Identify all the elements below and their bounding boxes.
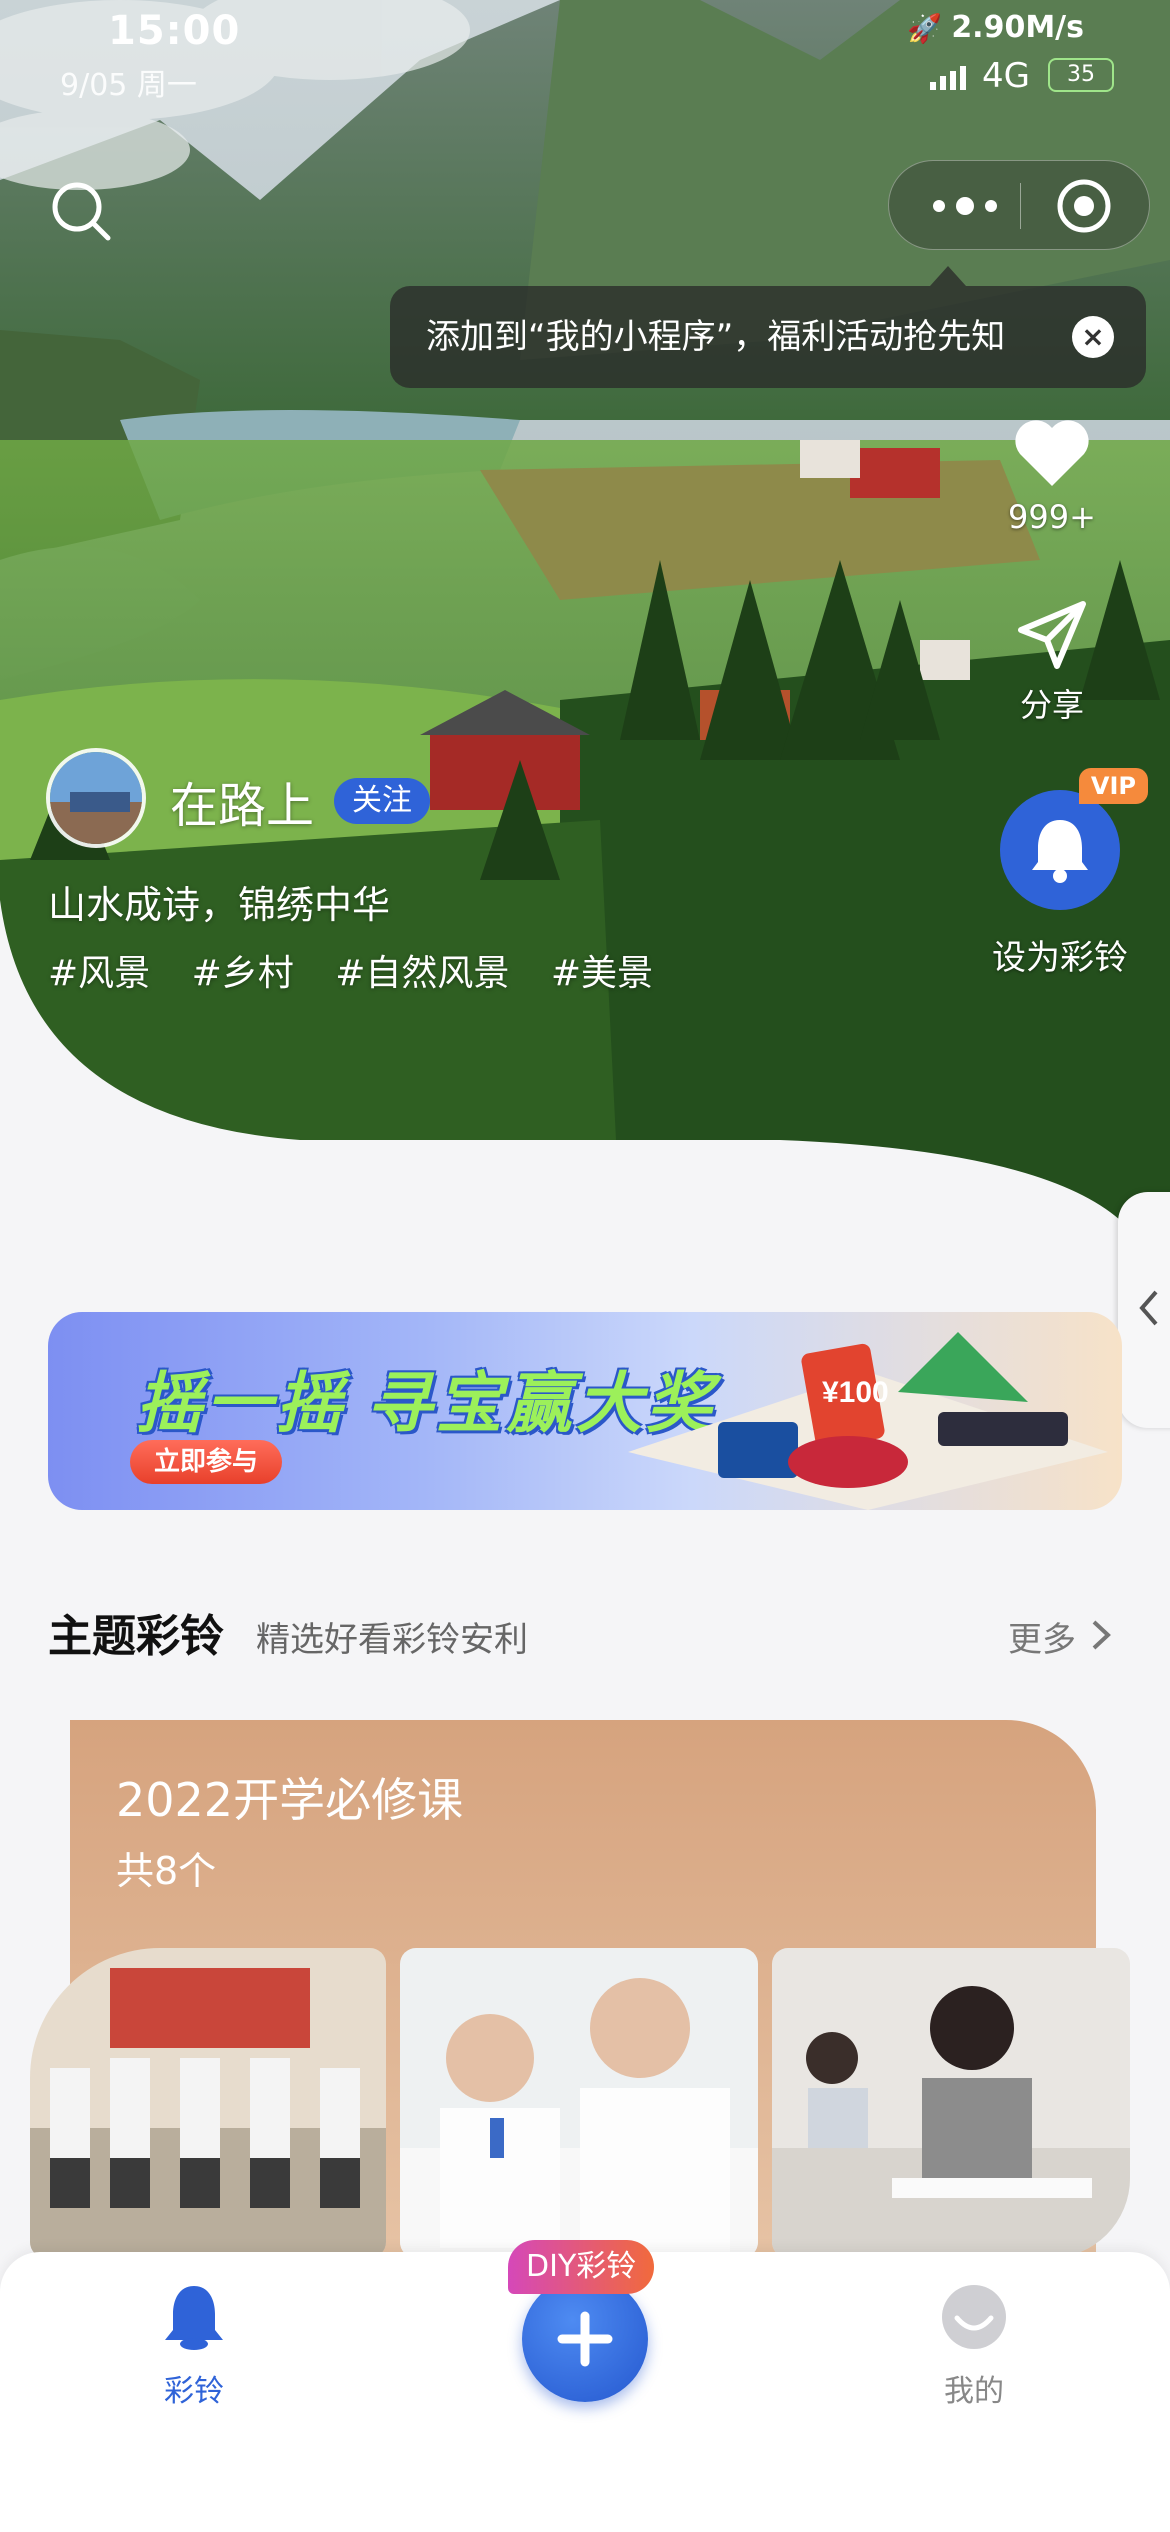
set-ringtone-button[interactable]: VIP 设为彩铃 bbox=[960, 768, 1160, 979]
tip-text: 添加到“我的小程序”，福利活动抢先知 bbox=[426, 317, 1006, 357]
status-time: 15:00 bbox=[108, 8, 241, 54]
section-subtitle: 精选好看彩铃安利 bbox=[256, 1620, 528, 1660]
thumbnail-image[interactable] bbox=[400, 1948, 758, 2258]
plus-icon bbox=[557, 2311, 613, 2367]
profile-icon bbox=[942, 2285, 1006, 2349]
thumbnail-image[interactable] bbox=[30, 1948, 386, 2258]
signal-icon bbox=[930, 66, 966, 90]
share-icon bbox=[1018, 601, 1086, 669]
close-icon[interactable]: × bbox=[1072, 316, 1114, 358]
banner-join-button[interactable]: 立即参与 bbox=[130, 1440, 283, 1484]
network-type: 4G bbox=[982, 56, 1030, 96]
tab-ringtone-label: 彩铃 bbox=[164, 2374, 224, 2409]
network-speed: 2.90M/s bbox=[951, 10, 1084, 45]
miniprogram-capsule bbox=[888, 160, 1150, 250]
share-button[interactable]: 分享 bbox=[972, 600, 1132, 726]
tip-arrow bbox=[930, 266, 966, 286]
tag-item[interactable]: #乡村 bbox=[192, 953, 294, 994]
diy-ringtone-button[interactable] bbox=[522, 2276, 648, 2402]
set-ringtone-label: 设为彩铃 bbox=[992, 938, 1128, 978]
video-tags: #风景 #乡村 #自然风景 #美景 bbox=[48, 944, 683, 996]
chevron-right-icon[interactable] bbox=[1090, 1618, 1112, 1652]
thumbnail-image[interactable] bbox=[772, 1948, 1130, 2258]
section-title: 主题彩铃 bbox=[48, 1611, 224, 1662]
avatar[interactable] bbox=[46, 748, 146, 848]
like-button[interactable]: 999+ bbox=[972, 420, 1132, 536]
prize-price-tag: ¥100 bbox=[822, 1376, 889, 1409]
like-count: 999+ bbox=[1008, 498, 1096, 536]
tag-item[interactable]: #自然风景 bbox=[335, 953, 509, 994]
tab-mine[interactable]: 我的 bbox=[894, 2282, 1054, 2410]
more-dots-icon[interactable] bbox=[925, 181, 1005, 231]
add-miniprogram-tip[interactable]: 添加到“我的小程序”，福利活动抢先知 × bbox=[390, 286, 1146, 388]
follow-button[interactable]: 关注 bbox=[334, 778, 430, 824]
chevron-left-icon bbox=[1139, 1290, 1158, 1326]
tab-ringtone[interactable]: 彩铃 bbox=[114, 2282, 274, 2410]
bell-icon bbox=[1032, 820, 1088, 883]
battery-indicator: 35 bbox=[1048, 58, 1114, 92]
tag-item[interactable]: #风景 bbox=[48, 953, 150, 994]
heart-icon bbox=[1015, 420, 1089, 486]
speed-icon: 🚀 bbox=[907, 12, 942, 45]
video-description: 山水成诗，锦绣中华 bbox=[48, 883, 391, 927]
ringtone-bell-button: VIP bbox=[1000, 768, 1148, 910]
banner-title-1: 摇一摇 bbox=[136, 1365, 346, 1442]
prize-illustration: ¥100 bbox=[628, 1332, 1108, 1510]
status-bar: 15:00 9/05 周一 🚀 2.90M/s 4G 35 bbox=[0, 0, 1170, 120]
collection-count: 共8个 bbox=[116, 1849, 217, 1893]
more-link[interactable]: 更多 bbox=[1008, 1612, 1076, 1661]
capsule-divider bbox=[1020, 183, 1021, 229]
vip-badge: VIP bbox=[1078, 768, 1148, 804]
collection-title: 2022开学必修课 bbox=[116, 1773, 464, 1827]
diy-badge[interactable]: DIY彩铃 bbox=[508, 2240, 655, 2294]
bell-icon bbox=[165, 2286, 223, 2350]
author-name[interactable]: 在路上 bbox=[170, 766, 314, 836]
search-icon[interactable] bbox=[50, 180, 114, 244]
tab-mine-label: 我的 bbox=[944, 2374, 1004, 2409]
side-drawer-handle[interactable] bbox=[1118, 1192, 1170, 1428]
tag-item[interactable]: #美景 bbox=[551, 953, 653, 994]
promo-banner[interactable]: 摇一摇 寻宝赢大奖 立即参与 ¥100 bbox=[48, 1312, 1122, 1510]
status-date: 9/05 周一 bbox=[60, 68, 197, 103]
collection-thumbnails bbox=[30, 1948, 1130, 2258]
share-label: 分享 bbox=[1019, 686, 1084, 724]
target-icon[interactable] bbox=[1055, 177, 1113, 235]
